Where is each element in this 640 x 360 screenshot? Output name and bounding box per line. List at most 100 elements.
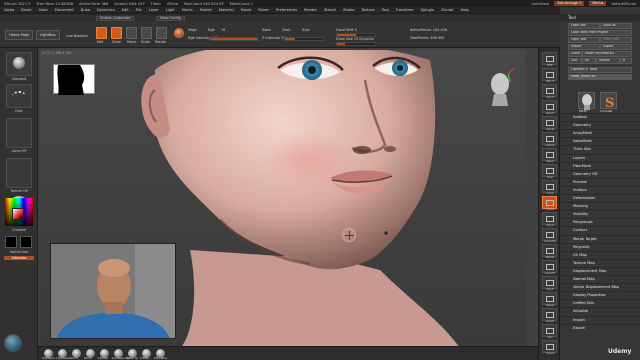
subpalette-header[interactable]: Deformation — [560, 194, 640, 201]
home-page-button[interactable]: Home Page — [5, 30, 34, 40]
menu-item[interactable]: Transform — [396, 8, 414, 12]
subpalette-header[interactable]: Geometry — [560, 121, 640, 128]
menu-item[interactable]: Macro — [182, 8, 193, 12]
r-button[interactable]: R — [620, 58, 632, 64]
subpalette-header[interactable]: Subtool — [560, 113, 640, 120]
make-polymesh3d-button[interactable]: Make PolyMesh3D — [582, 51, 632, 57]
subpalette-header[interactable]: NanoMesh — [560, 137, 640, 144]
load-tool-button[interactable]: Load Tool — [568, 23, 600, 29]
subpalette-header[interactable]: Contact — [560, 226, 640, 233]
subpalette-header[interactable]: Surface — [560, 185, 640, 193]
subpalette-header[interactable]: Displacement Map — [560, 266, 640, 274]
menu-item[interactable]: Dynamics — [97, 8, 115, 12]
viewport[interactable]: 0.171 1.196 0.748 — [40, 50, 526, 348]
zadd-toggle[interactable]: Zadd — [262, 28, 271, 32]
subpalette-header[interactable]: Unified Skin — [560, 299, 640, 306]
load-tools-from-project-button[interactable]: Load Tools From Project — [568, 30, 632, 36]
default-script-button[interactable]: DefaultZScript — [611, 2, 636, 6]
menu-item[interactable]: File — [136, 8, 142, 12]
menu-item[interactable]: Alpha — [4, 8, 14, 12]
main-color-swatch[interactable] — [5, 236, 17, 248]
menu-item[interactable]: Marker — [200, 8, 212, 12]
alpha-thumbnail[interactable] — [6, 118, 32, 148]
quicksave-button[interactable]: QuickSave — [531, 2, 549, 6]
subpalette-header[interactable]: Thick Skin — [560, 145, 640, 152]
menus-button[interactable]: Menus — [589, 1, 607, 6]
enable-customize-button[interactable]: Enable Customize — [96, 15, 135, 21]
secondary-color-swatch[interactable] — [20, 236, 32, 248]
pm3d-tool-thumbnail[interactable] — [578, 92, 595, 110]
store-config-button[interactable]: Store Config — [156, 15, 185, 21]
menu-item[interactable]: Tool — [382, 8, 389, 12]
subpalette-header[interactable]: Display Properties — [560, 291, 640, 298]
menu-item[interactable]: Help — [461, 8, 469, 12]
lightbox-button[interactable]: LightBox — [36, 30, 60, 40]
all-button[interactable]: All — [582, 58, 596, 64]
simpleb-tool-thumbnail[interactable]: S — [600, 92, 617, 111]
draw-mode-icon[interactable] — [111, 27, 122, 39]
lightbox-tools-button[interactable]: Lightbox > Tools — [568, 67, 632, 73]
m-toggle[interactable]: M — [222, 28, 225, 32]
stroke-thumbnail[interactable] — [6, 84, 32, 108]
switch-color-button[interactable]: SwitchColor — [4, 250, 34, 254]
navigation-gizmo[interactable] — [488, 67, 515, 108]
menu-item[interactable]: Light — [166, 8, 175, 12]
scale-mode-icon[interactable] — [141, 27, 152, 39]
mrgb-sphere-icon[interactable] — [174, 28, 184, 38]
paste-tool-button[interactable]: Paste Tool — [600, 37, 632, 43]
menu-item[interactable]: Document — [55, 8, 74, 12]
texture-thumbnail[interactable] — [6, 158, 32, 188]
menu-item[interactable]: Movie — [241, 8, 252, 12]
subpalette-header[interactable]: Geometry HD — [560, 169, 640, 177]
copy-tool-button[interactable]: Copy Tool — [568, 37, 600, 43]
menu-item[interactable]: Picker — [258, 8, 269, 12]
zcut-toggle[interactable]: Zcut — [302, 28, 310, 32]
color-picker-swatch[interactable] — [12, 208, 24, 220]
menu-item[interactable]: Edit — [122, 8, 129, 12]
edit-mode-icon[interactable] — [96, 27, 107, 39]
rotate-mode-icon[interactable] — [156, 27, 167, 39]
menu-item[interactable]: Texture — [362, 8, 375, 12]
rgb-toggle[interactable]: Rgb — [208, 28, 215, 32]
live-boolean-button[interactable]: Live Boolean — [66, 34, 88, 38]
menu-item[interactable]: Layer — [149, 8, 159, 12]
tool-palette-title[interactable]: Tool — [560, 14, 640, 21]
subpalette-header[interactable]: Texture Map — [560, 258, 640, 266]
clone-button[interactable]: Clone — [568, 51, 582, 57]
draw-size-slider[interactable] — [336, 42, 376, 46]
import-button[interactable]: Import — [568, 44, 600, 50]
mrgb-toggle[interactable]: Mrgb — [188, 28, 197, 32]
menu-item[interactable]: Preferences — [276, 8, 297, 12]
subpalette-header[interactable]: Masking — [560, 202, 640, 209]
goz-button[interactable]: GoZ — [568, 58, 582, 64]
menu-item[interactable]: Color — [39, 8, 48, 12]
z-intensity-slider[interactable] — [284, 37, 324, 41]
menu-item[interactable]: Brush — [21, 8, 31, 12]
save-as-button[interactable]: Save As — [600, 23, 632, 29]
subpalette-header[interactable]: Normal Map — [560, 275, 640, 282]
menu-item[interactable]: Zscript — [441, 8, 453, 12]
zsub-toggle[interactable]: Zsub — [282, 28, 290, 32]
subpalette-header[interactable]: UV Map — [560, 250, 640, 258]
export-button[interactable]: Export — [600, 44, 632, 50]
subpalette-header[interactable]: Export — [560, 323, 640, 331]
subpalette-header[interactable]: Initialize — [560, 307, 640, 314]
document-canvas[interactable]: 0.171 1.196 0.748 Standard ClayTubes Pin… — [38, 48, 538, 360]
menu-item[interactable]: Stroke — [343, 8, 354, 12]
alternate-button[interactable]: Alternate — [4, 256, 34, 260]
rgb-intensity-slider[interactable] — [210, 37, 258, 41]
subpalette-header[interactable]: ArrayMesh — [560, 129, 640, 136]
subpalette-header[interactable]: Preview — [560, 177, 640, 185]
menu-item[interactable]: Draw — [81, 8, 90, 12]
subpalette-header[interactable]: Visibility — [560, 210, 640, 217]
subpalette-header[interactable]: Vector Displacement Map — [560, 283, 640, 290]
subpalette-header[interactable]: Polypaint — [560, 242, 640, 250]
see-through-slider[interactable]: See-through 0 — [554, 1, 585, 6]
menu-item[interactable]: Stencil — [324, 8, 336, 12]
subpalette-header[interactable]: Morph Target — [560, 234, 640, 242]
brush-thumbnail[interactable] — [6, 52, 32, 76]
subpalette-header[interactable]: Polygroups — [560, 218, 640, 225]
menu-item[interactable]: Render — [304, 8, 317, 12]
visible-button[interactable]: Visible — [596, 58, 620, 64]
subpalette-header[interactable]: FiberMesh — [560, 161, 640, 169]
